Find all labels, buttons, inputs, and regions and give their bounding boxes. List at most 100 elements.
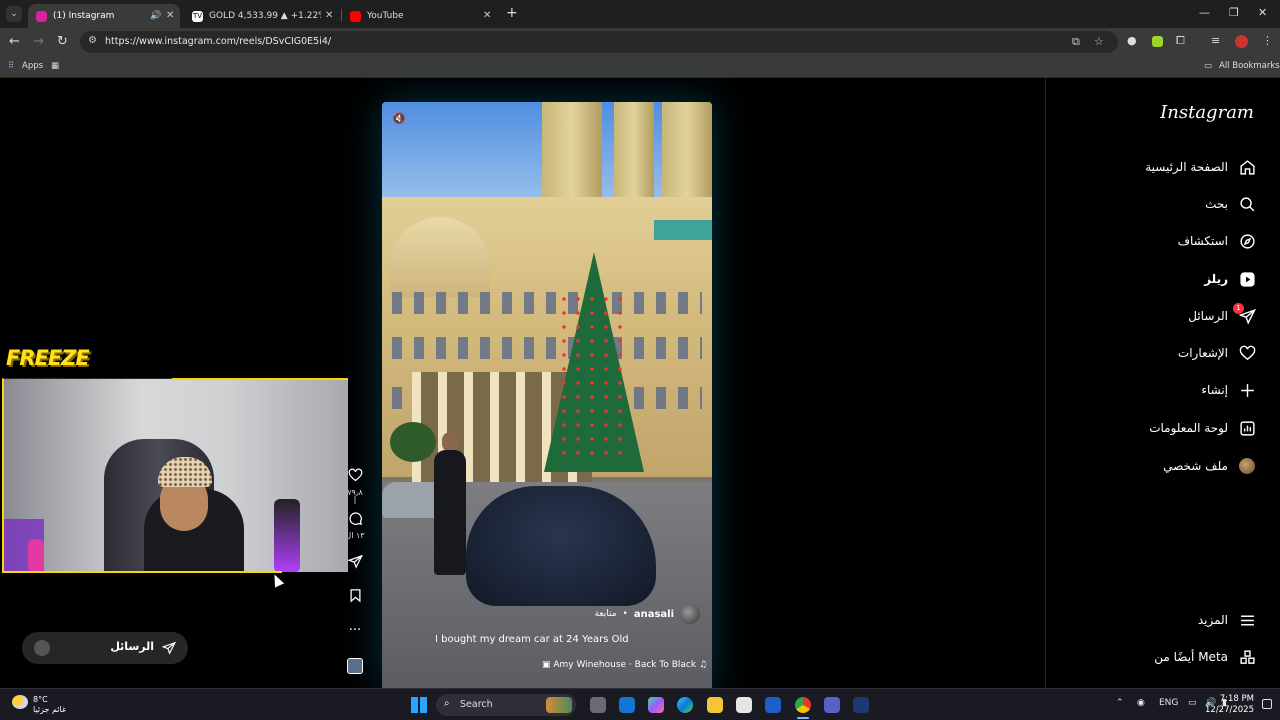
copilot-icon[interactable] [648, 697, 664, 713]
weather-widget[interactable]: 8°C غائم جزئيا [12, 695, 66, 715]
all-bookmarks-link[interactable]: All Bookmarks [1219, 61, 1280, 71]
streamer-logo: FREEZE [6, 346, 90, 370]
taskbar-search[interactable]: ⌕ Search [436, 694, 576, 716]
discord-tray-icon[interactable]: ◉ [1137, 698, 1145, 708]
extension-dollar-icon[interactable] [1152, 36, 1163, 47]
sidebar-item-create[interactable]: إنشاء [1201, 378, 1256, 402]
dashboard-icon [1238, 419, 1256, 437]
minimize-icon[interactable]: — [1199, 6, 1210, 19]
instagram-logo[interactable]: Instagram [1160, 102, 1254, 123]
apps-bookmark[interactable]: Apps [22, 61, 43, 71]
youtube-favicon-icon [350, 10, 361, 22]
apps-grid-icon[interactable]: ⠿ [8, 61, 14, 71]
address-bar[interactable]: ⚙ https://www.instagram.com/reels/DSvCIG… [80, 31, 1118, 53]
audio-thumbnail-icon: ▣ [542, 660, 554, 670]
teams-icon[interactable] [824, 697, 840, 713]
notification-center-icon[interactable] [1262, 699, 1272, 709]
task-view-icon[interactable] [590, 697, 606, 713]
sidebar-item-search[interactable]: بحث [1205, 192, 1256, 216]
reel-author-avatar[interactable] [680, 604, 700, 624]
security-shield-icon[interactable] [765, 697, 781, 713]
reel-author: متابعة • anasali [595, 604, 700, 624]
music-note-icon: ♫ [698, 660, 708, 670]
show-hidden-icons-icon[interactable]: ⌃ [1116, 698, 1124, 708]
more-options-icon[interactable]: ··· [345, 623, 365, 638]
file-explorer-icon[interactable] [707, 697, 723, 713]
sidebar-item-reels[interactable]: ريلز [1204, 267, 1256, 291]
microsoft-store-icon[interactable] [736, 697, 752, 713]
tab-gold[interactable]: TV GOLD 4,533.99 ▲ +1.22% Unna ✕ [184, 4, 338, 28]
sidebar-item-label: المزيد [1197, 613, 1228, 627]
comment-button[interactable]: ١٣ ال [345, 511, 365, 540]
follow-button[interactable]: متابعة [595, 609, 617, 619]
restore-icon[interactable]: ❐ [1229, 6, 1239, 19]
media-controls-icon[interactable]: ≡ [1211, 34, 1220, 47]
instagram-favicon-icon [36, 10, 47, 22]
reel-caption: I bought my dream car at 24 Years Old [435, 634, 629, 645]
edge-icon[interactable] [677, 697, 693, 713]
input-language[interactable]: ENG [1159, 698, 1178, 708]
home-icon [1238, 158, 1256, 176]
speaker-icon[interactable]: 🔊 [150, 11, 161, 21]
sidebar-item-more[interactable]: المزيد [1198, 608, 1256, 632]
url-text[interactable]: https://www.instagram.com/reels/DSvCIG0E… [105, 36, 331, 47]
bookmark-icon [350, 589, 360, 603]
bookmark-star-icon[interactable]: ☆ [1094, 35, 1104, 48]
profile-avatar-icon[interactable] [1235, 35, 1248, 48]
extension-circle-icon[interactable]: ● [1127, 34, 1137, 47]
close-tab-icon[interactable]: ✕ [166, 10, 174, 21]
reel-username[interactable]: anasali [634, 609, 674, 620]
reel-audio[interactable]: ▣ Amy Winehouse · Back To Black ♫ [542, 660, 707, 670]
messages-icon: 1 [1233, 303, 1256, 325]
system-clock[interactable]: 7:18 PM 12/27/2025 [1205, 694, 1254, 716]
video-teal-roof [654, 220, 712, 240]
outlook-icon[interactable] [619, 697, 635, 713]
reel-video[interactable]: 🔇 متابعة • anasali I bought my dream car… [382, 102, 712, 688]
like-button[interactable]: ٧٩٫٨ أ [345, 468, 365, 506]
windows-start-icon[interactable] [411, 697, 427, 713]
active-app-indicator [797, 717, 809, 719]
tab-groups-icon[interactable]: ▦ [51, 61, 59, 71]
close-window-icon[interactable]: ✕ [1258, 6, 1267, 19]
browser-menu-icon[interactable]: ⋮ [1262, 34, 1273, 47]
tab-title: YouTube [367, 11, 404, 21]
webcam-frame-accent [172, 378, 348, 380]
install-app-icon[interactable]: ⧉ [1072, 35, 1080, 49]
close-tab-icon[interactable]: ✕ [483, 10, 491, 21]
reload-icon[interactable]: ↻ [57, 34, 68, 49]
new-tab-icon[interactable]: + [506, 5, 518, 21]
sidebar-item-home[interactable]: الصفحة الرئيسية [1145, 155, 1256, 179]
share-button[interactable] [345, 554, 365, 573]
site-info-icon[interactable]: ⚙ [88, 35, 97, 46]
tab-search-icon[interactable]: ⌄ [6, 6, 22, 22]
forward-icon[interactable]: → [33, 34, 44, 49]
close-tab-icon[interactable]: ✕ [325, 10, 333, 21]
back-icon[interactable]: ← [9, 34, 20, 49]
sidebar-item-dashboard[interactable]: لوحة المعلومات [1149, 416, 1256, 440]
steam-icon[interactable] [853, 697, 869, 713]
clock-date: 12/27/2025 [1205, 705, 1254, 715]
comment-icon [348, 512, 362, 525]
sidebar-divider [1045, 78, 1046, 688]
reels-icon [1238, 270, 1256, 288]
plus-icon [1238, 381, 1256, 399]
extensions-puzzle-icon[interactable]: ⧠ [1176, 34, 1185, 48]
save-button[interactable] [345, 588, 365, 607]
sidebar-item-explore[interactable]: استكشاف [1178, 229, 1256, 253]
chrome-icon[interactable] [795, 697, 811, 713]
profile-avatar [1238, 457, 1256, 475]
audio-page-thumbnail[interactable] [347, 658, 363, 674]
webcam-frame-accent [2, 571, 282, 573]
sidebar-item-messages[interactable]: الرسائل 1 [1188, 303, 1256, 328]
network-icon[interactable]: ▭ [1188, 698, 1197, 708]
sidebar-item-profile[interactable]: ملف شخصي [1163, 454, 1256, 478]
sidebar-item-notifications[interactable]: الإشعارات [1178, 341, 1256, 365]
mute-icon[interactable]: 🔇 [392, 112, 406, 125]
messages-floating-button[interactable]: الرسائل [22, 632, 188, 664]
tab-instagram[interactable]: (1) Instagram 🔊 ✕ [28, 4, 180, 28]
video-man-head [442, 432, 458, 452]
sidebar-item-label: أيضًا من Meta [1154, 650, 1228, 664]
tab-youtube[interactable]: YouTube ✕ [342, 4, 498, 28]
sidebar-item-meta[interactable]: أيضًا من Meta [1154, 645, 1256, 669]
separator-dot: • [622, 609, 628, 619]
